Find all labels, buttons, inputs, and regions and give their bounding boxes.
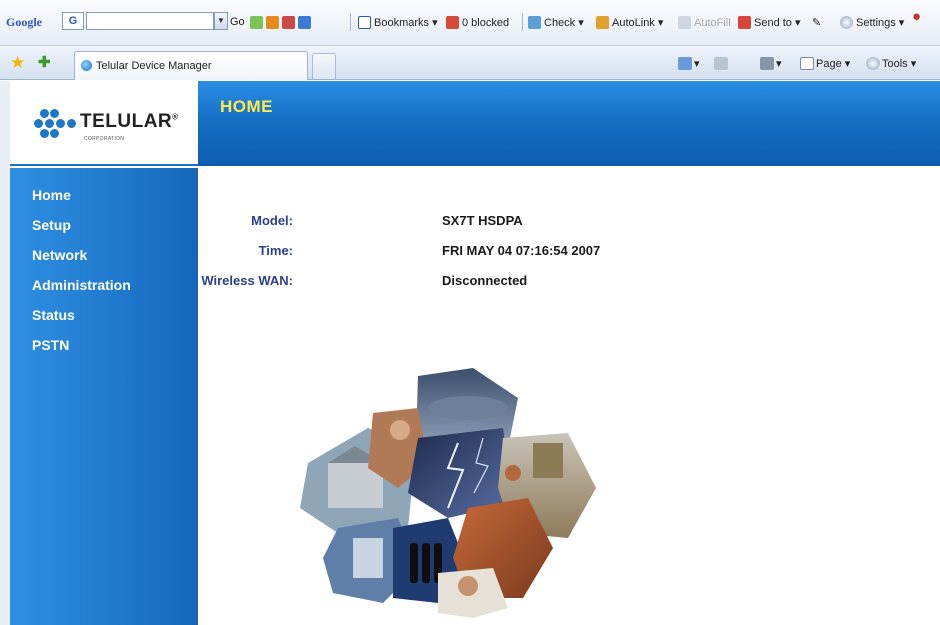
sidebar-item-pstn[interactable]: PSTN [32, 330, 131, 360]
notebook-icon[interactable] [282, 16, 295, 29]
favorites-star-icon[interactable]: ★ [10, 53, 25, 73]
model-row: Model: SX7T HSDPA [198, 213, 798, 233]
google-toolbar: Google G ▼ Go Bookmarks ▾ 0 blocked Chec… [0, 0, 940, 46]
google-menu-button[interactable]: G [62, 12, 84, 30]
google-search-input[interactable] [86, 12, 214, 30]
star-outline-icon [358, 16, 371, 29]
model-value: SX7T HSDPA [442, 213, 523, 228]
header-band: HOME [198, 81, 940, 166]
tab-telular-device-manager[interactable]: Telular Device Manager [74, 51, 308, 80]
sidebar-item-network[interactable]: Network [32, 240, 131, 270]
toolbar-options-icon[interactable]: ● [912, 8, 921, 25]
autolink-icon [596, 16, 609, 29]
model-label: Model: [251, 213, 293, 228]
spellcheck-icon [528, 16, 541, 29]
settings-icon [840, 16, 853, 29]
popup-blocked-icon [446, 16, 459, 29]
page-icon [800, 57, 814, 70]
printer-icon [760, 57, 774, 70]
page-title: HOME [220, 97, 273, 116]
rss-feed-icon [714, 57, 728, 70]
main-content: Model: SX7T HSDPA Time: FRI MAY 04 07:16… [198, 168, 940, 625]
photo-collage-image [300, 368, 596, 618]
logo-text: TELULAR® [80, 111, 179, 132]
logo-dots-icon [34, 107, 76, 139]
page-left-edge [0, 81, 10, 625]
browser-tab-bar: ★ ✚ Telular Device Manager ▾ ▾ Page ▾ To… [0, 47, 940, 80]
translate-icon[interactable] [298, 16, 311, 29]
search-dropdown-button[interactable]: ▼ [214, 12, 228, 30]
pagerank-icon[interactable] [250, 16, 263, 29]
sidebar-item-setup[interactable]: Setup [32, 210, 131, 240]
spellcheck-button[interactable]: Check ▾ [528, 16, 584, 29]
tools-menu-button[interactable]: Tools ▾ [866, 57, 916, 70]
time-label: Time: [258, 243, 293, 258]
send-to-icon [738, 16, 751, 29]
toolbar-divider [350, 13, 351, 31]
gear-icon [866, 57, 880, 70]
bookmarks-button[interactable]: Bookmarks ▾ [358, 16, 438, 29]
wireless-wan-row: Wireless WAN: Disconnected [198, 273, 798, 293]
web-page: TELULAR® CORPORATION HOME Home Setup Net… [0, 81, 940, 625]
autofill-button[interactable]: AutoFill [678, 16, 731, 29]
tab-title: Telular Device Manager [96, 60, 212, 72]
pencil-icon[interactable]: ✎ [812, 16, 821, 29]
print-button[interactable]: ▾ [760, 57, 782, 70]
new-tab-button[interactable] [312, 53, 336, 79]
go-button[interactable]: Go [230, 16, 245, 28]
toolbar-icons-group[interactable] [250, 16, 314, 29]
page-menu-button[interactable]: Page ▾ [800, 57, 850, 70]
time-row: Time: FRI MAY 04 07:16:54 2007 [198, 243, 798, 263]
spell-icon[interactable] [266, 16, 279, 29]
sidebar-item-administration[interactable]: Administration [32, 270, 131, 300]
sidebar-item-status[interactable]: Status [32, 300, 131, 330]
popup-blocker-button[interactable]: 0 blocked [446, 16, 509, 29]
google-logo[interactable]: Google [6, 15, 42, 30]
settings-button[interactable]: Settings ▾ [840, 16, 904, 29]
sidebar: Home Setup Network Administration Status… [10, 168, 198, 625]
wireless-wan-label: Wireless WAN: [201, 273, 293, 288]
home-icon [678, 57, 692, 70]
logo-subtitle: CORPORATION [84, 136, 125, 142]
ie-page-icon [81, 60, 92, 71]
time-value: FRI MAY 04 07:16:54 2007 [442, 243, 601, 258]
toolbar-divider [522, 13, 523, 31]
add-favorites-icon[interactable]: ✚ [38, 53, 51, 71]
autolink-button[interactable]: AutoLink ▾ [596, 16, 663, 29]
sidebar-item-home[interactable]: Home [32, 180, 131, 210]
autofill-icon [678, 16, 691, 29]
sidebar-nav: Home Setup Network Administration Status… [10, 180, 131, 360]
home-button[interactable]: ▾ [678, 57, 700, 70]
telular-logo: TELULAR® CORPORATION [10, 81, 198, 166]
feeds-button[interactable] [714, 57, 730, 70]
wireless-wan-value: Disconnected [442, 273, 528, 288]
send-to-button[interactable]: Send to ▾ [738, 16, 801, 29]
